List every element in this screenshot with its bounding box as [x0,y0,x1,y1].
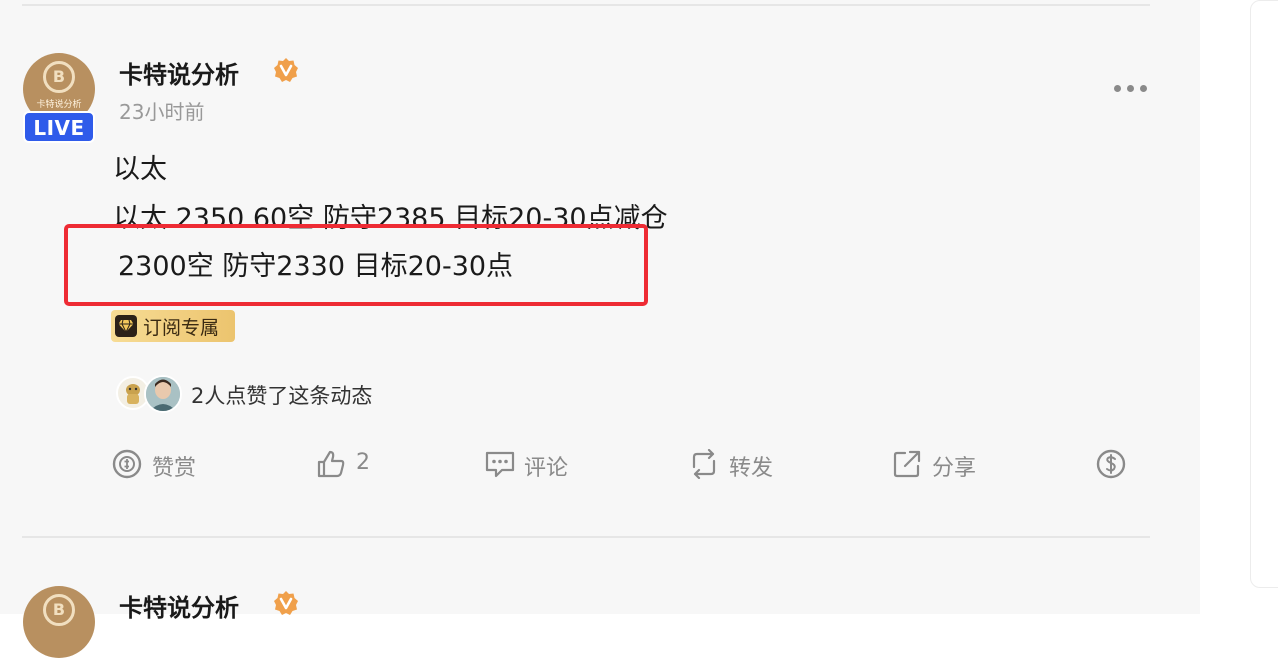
subscription-tag-label: 订阅专属 [143,317,220,339]
tip-icon [1096,449,1126,479]
avatar-logo: B [43,594,75,626]
share-icon [893,450,921,478]
likes-summary[interactable]: 2人点赞了这条动态 [191,380,372,410]
post-time: 23小时前 [119,100,205,124]
post-divider [22,536,1150,538]
reward-label: 赞赏 [152,456,197,481]
repost-icon [692,449,716,479]
liker-avatar[interactable] [144,375,182,413]
highlight-box [64,224,648,306]
diamond-icon [115,315,137,337]
right-card [1250,0,1278,588]
more-icon[interactable] [1114,85,1150,95]
author-name[interactable]: 卡特说分析 [119,55,239,90]
feed: B 卡特说分析 LIVE 卡特说分析 23小时前 以太 以太 2350 60空 … [0,0,1200,658]
verified-icon [274,591,298,615]
next-author-name[interactable]: 卡特说分析 [119,588,239,623]
post-line-1: 以太 [113,154,167,185]
next-author-avatar[interactable]: B [23,586,95,658]
comment-label: 评论 [524,456,569,481]
avatar-logo: B [43,61,75,93]
avatar-text: 卡特说分析 [36,100,82,110]
subscription-tag[interactable]: 订阅专属 [111,310,235,342]
verified-icon [274,58,298,82]
comment-icon [485,451,515,478]
like-icon [317,450,345,478]
reward-icon [112,449,142,479]
repost-label: 转发 [729,456,774,481]
like-count: 2 [356,450,370,475]
share-label: 分享 [932,456,977,481]
top-divider [22,4,1150,6]
right-panel [1200,0,1278,614]
live-badge[interactable]: LIVE [23,111,95,143]
